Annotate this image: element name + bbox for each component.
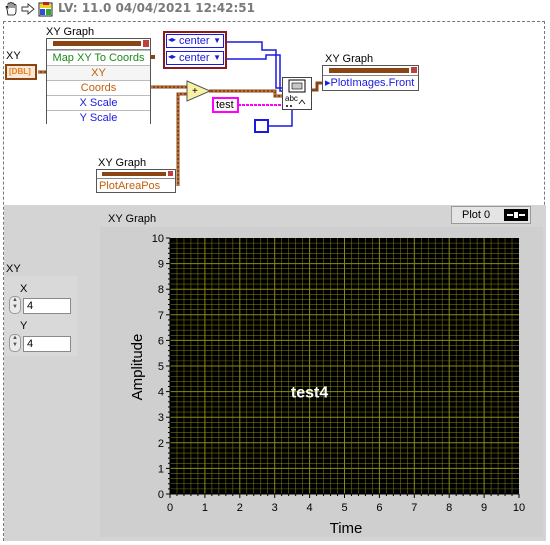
vertical-align-value: center <box>179 52 210 64</box>
plot-legend[interactable]: Plot 0 <box>451 206 531 224</box>
property-row-xy[interactable]: XY <box>47 65 150 80</box>
property-node-label: XY Graph <box>46 26 95 38</box>
x-tick-label: 2 <box>237 502 243 514</box>
x-tick-label: 7 <box>411 502 417 514</box>
y-tick-label: 8 <box>158 284 164 296</box>
xy-graph-chart[interactable]: 0 1 2 3 4 5 6 7 8 9 10012345678910 Time Amplitude … <box>100 227 543 537</box>
y-field-label: Y <box>20 320 28 332</box>
y-tick-label: 6 <box>158 335 164 347</box>
plot-area-pos-item[interactable]: PlotAreaPos <box>97 179 175 193</box>
property-row-x-scale[interactable]: X Scale <box>47 95 150 110</box>
chevron-down-icon[interactable]: ▼ <box>213 53 221 62</box>
x-field-label: X <box>20 283 28 295</box>
plot-images-property-node[interactable]: ▸PlotImages.Front <box>322 65 419 91</box>
xy-cluster-label: XY <box>6 263 21 275</box>
y-tick-label: 0 <box>158 489 164 501</box>
horizontal-align-value: center <box>179 35 210 47</box>
x-tick-label: 6 <box>376 502 382 514</box>
y-tick-label: 9 <box>158 259 164 271</box>
svg-text:abc: abc <box>285 94 298 103</box>
x-tick-label: 10 <box>513 502 525 514</box>
xy-terminal-value: [DBL] <box>9 67 31 76</box>
x-tick-label: 3 <box>272 502 278 514</box>
x-numeric-input[interactable]: 4 <box>23 298 71 314</box>
y-axis-title: Amplitude <box>129 334 146 401</box>
y-spinner[interactable]: ▲ ▼ <box>9 334 21 352</box>
y-numeric-input[interactable]: 4 <box>23 336 71 352</box>
y-tick-label: 1 <box>158 463 164 475</box>
draw-text-subvi[interactable]: abc <box>282 77 312 110</box>
property-node-output-tick <box>151 55 155 59</box>
plot-area-property-node[interactable]: PlotAreaPos <box>96 169 176 193</box>
string-constant[interactable]: test <box>212 97 239 113</box>
xy-terminal[interactable]: [DBL] <box>5 64 37 80</box>
xy-graph-property-node[interactable]: Map XY To Coords XY Coords X Scale Y Scale <box>46 38 151 125</box>
plot-area-node-label: XY Graph <box>98 157 147 169</box>
y-tick-label: 2 <box>158 438 164 450</box>
property-row-map-xy-to-coords[interactable]: Map XY To Coords <box>47 50 150 65</box>
y-tick-label: 3 <box>158 412 164 424</box>
add-symbol: + <box>192 86 198 97</box>
y-tick-label: 5 <box>158 361 164 373</box>
property-row-coords[interactable]: Coords <box>47 80 150 95</box>
plot-style-icon[interactable] <box>504 209 528 221</box>
x-tick-label: 1 <box>202 502 208 514</box>
plot-images-node-label: XY Graph <box>325 53 374 65</box>
property-row-y-scale[interactable]: Y Scale <box>47 110 150 125</box>
x-tick-label: 5 <box>341 502 347 514</box>
plot-images-front-item[interactable]: ▸PlotImages.Front <box>323 76 418 90</box>
y-tick-label: 7 <box>158 310 164 322</box>
horizontal-align-ring[interactable]: ◂▸ center ▼ <box>166 34 224 48</box>
plot-overlay-text: test4 <box>291 385 328 402</box>
x-tick-label: 8 <box>446 502 452 514</box>
x-spinner[interactable]: ▲ ▼ <box>9 296 21 314</box>
draw-text-icon: abc <box>285 79 306 107</box>
chevron-down-icon[interactable]: ▼ <box>213 36 221 45</box>
y-tick-label: 4 <box>158 387 164 399</box>
string-constant-value: test <box>216 99 234 111</box>
x-tick-label: 9 <box>481 502 487 514</box>
plot-legend-label: Plot 0 <box>462 209 491 221</box>
x-tick-label: 0 <box>167 502 173 514</box>
xy-terminal-label: XY <box>6 50 21 62</box>
x-tick-label: 4 <box>307 502 313 514</box>
graph-label: XY Graph <box>108 213 157 225</box>
vertical-align-ring[interactable]: ◂▸ center ▼ <box>166 51 224 65</box>
x-axis-title: Time <box>330 520 363 537</box>
add-function[interactable]: + <box>186 80 212 102</box>
y-tick-label: 10 <box>152 233 164 245</box>
boolean-constant[interactable] <box>254 119 269 133</box>
property-node-header <box>47 39 150 50</box>
